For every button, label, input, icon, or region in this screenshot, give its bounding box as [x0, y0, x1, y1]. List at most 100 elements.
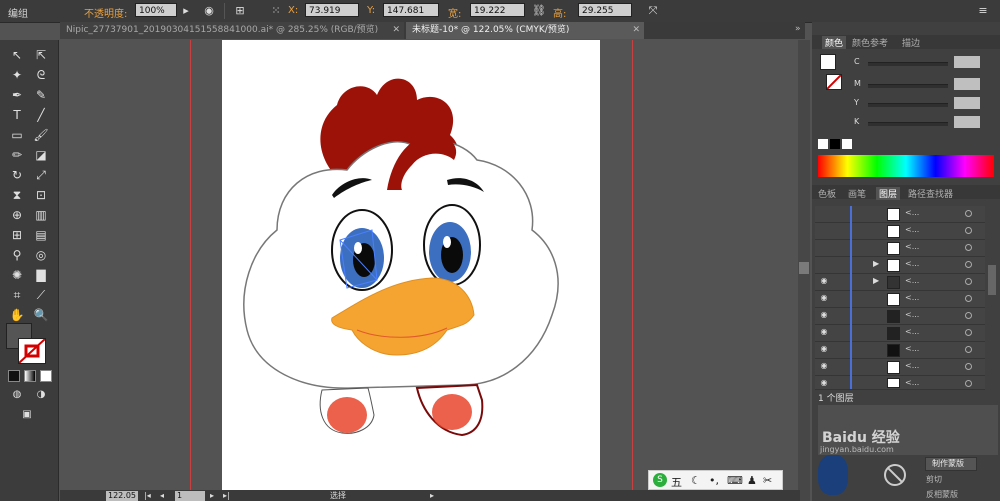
punctuation-icon[interactable]: •, [709, 474, 719, 487]
value-k[interactable] [954, 116, 980, 128]
scale-tool-icon[interactable]: ⤢ [31, 166, 51, 184]
direct-selection-tool-icon[interactable]: ⇱ [31, 46, 51, 64]
eyedropper-tool-icon[interactable]: ⚲ [7, 246, 27, 264]
layer-row[interactable]: ◉ <... [815, 325, 985, 342]
target-icon[interactable] [965, 329, 972, 336]
close-icon[interactable]: ✕ [632, 22, 640, 39]
visibility-eye-icon[interactable]: ◉ [819, 327, 829, 337]
ime-logo[interactable]: S [653, 473, 667, 487]
draw-mode-icon[interactable]: ◍ [7, 386, 27, 404]
screen-mode-icon[interactable]: ▣ [17, 406, 37, 424]
visibility-eye-icon[interactable]: ◉ [819, 344, 829, 354]
value-c[interactable] [954, 56, 980, 68]
stroke-color-swatch[interactable] [18, 338, 46, 364]
make-mask-button[interactable]: 制作蒙版 [925, 457, 977, 471]
color-spectrum[interactable] [818, 155, 994, 177]
layer-row[interactable]: <... [815, 240, 985, 257]
target-icon[interactable] [965, 380, 972, 387]
rectangle-tool-icon[interactable]: ▭ [7, 126, 27, 144]
tab-pathfinder[interactable]: 路径查找器 [908, 187, 953, 200]
width-field[interactable]: 19.222 [470, 3, 525, 17]
tab-document-1[interactable]: Nipic_27737901_20190304151558841000.ai* … [60, 22, 404, 39]
tab-stroke[interactable]: 描边 [902, 36, 920, 49]
align-icon[interactable]: ⊞ [232, 3, 248, 19]
zoom-tool-icon[interactable]: 🔍 [31, 306, 51, 324]
y-field[interactable]: 147.681 [383, 3, 439, 17]
first-page-icon[interactable]: |◂ [144, 490, 151, 501]
fill-swatch[interactable] [820, 54, 836, 70]
rotate-tool-icon[interactable]: ↻ [7, 166, 27, 184]
layer-row[interactable]: ◉ <... [815, 342, 985, 359]
visibility-eye-icon[interactable]: ◉ [819, 310, 829, 320]
layer-row[interactable]: ▶ <... [815, 257, 985, 274]
link-proportions-icon[interactable]: ⛓ [531, 3, 547, 19]
gradient-mode-icon[interactable] [24, 370, 36, 382]
height-field[interactable]: 29.255 [578, 3, 632, 17]
no-mask-icon[interactable] [880, 460, 910, 490]
page-field[interactable]: 1 [175, 491, 205, 501]
layers-scrollbar-thumb[interactable] [988, 265, 996, 295]
symbol-sprayer-tool-icon[interactable]: ✺ [7, 266, 27, 284]
none-mode-icon[interactable] [40, 370, 52, 382]
lasso-tool-icon[interactable]: ᘓ [31, 66, 51, 84]
transform-icon[interactable]: ⤧ [645, 3, 661, 19]
clip-option[interactable]: 剪切 [926, 474, 942, 485]
width-tool-icon[interactable]: ⧗ [7, 186, 27, 204]
selection-tool-icon[interactable]: ↖ [7, 46, 27, 64]
moon-icon[interactable]: ☾ [691, 474, 701, 487]
previous-page-icon[interactable]: ◂ [160, 490, 164, 501]
value-m[interactable] [954, 78, 980, 90]
x-field[interactable]: 73.919 [305, 3, 359, 17]
next-page-icon[interactable]: ▸ [210, 490, 214, 501]
none-swatch[interactable] [818, 139, 828, 149]
zoom-field[interactable]: 122.05 [106, 491, 138, 501]
last-page-icon[interactable]: ▸| [223, 490, 230, 501]
blend-tool-icon[interactable]: ◎ [31, 246, 51, 264]
visibility-eye-icon[interactable]: ◉ [819, 378, 829, 388]
target-icon[interactable] [965, 346, 972, 353]
slider-y[interactable] [868, 103, 948, 107]
color-mode-icon[interactable] [8, 370, 20, 382]
target-icon[interactable] [965, 261, 972, 268]
layer-row[interactable]: ◉ <... [815, 308, 985, 325]
slider-k[interactable] [868, 122, 948, 126]
gradient-tool-icon[interactable]: ▤ [31, 226, 51, 244]
expand-icon[interactable]: ▶ [873, 276, 879, 285]
ime-toolbar[interactable]: S 五 ☾ •, ⌨ ♟ ✂ [648, 470, 783, 490]
eraser-tool-icon[interactable]: ◪ [31, 146, 51, 164]
visibility-eye-icon[interactable]: ◉ [819, 361, 829, 371]
expand-icon[interactable]: ▶ [873, 259, 879, 268]
tab-document-2[interactable]: 未标题-10* @ 122.05% (CMYK/预览) ✕ [406, 22, 644, 39]
white-swatch[interactable] [842, 139, 852, 149]
target-icon[interactable] [965, 312, 972, 319]
reference-point-icon[interactable]: ⁙ [268, 3, 284, 19]
type-tool-icon[interactable]: T [7, 106, 27, 124]
paintbrush-tool-icon[interactable]: 🖌 [31, 126, 51, 144]
slider-m[interactable] [868, 84, 948, 88]
panel-menu-icon[interactable]: ≡ [975, 3, 991, 19]
target-icon[interactable] [965, 244, 972, 251]
chicken-illustration[interactable] [222, 40, 600, 501]
target-icon[interactable] [965, 363, 972, 370]
draw-inside-icon[interactable]: ◑ [31, 386, 51, 404]
black-swatch[interactable] [830, 139, 840, 149]
target-icon[interactable] [965, 295, 972, 302]
pencil-tool-icon[interactable]: ✏ [7, 146, 27, 164]
stroke-swatch[interactable] [826, 74, 842, 90]
tab-swatches[interactable]: 色板 [818, 187, 836, 200]
free-transform-tool-icon[interactable]: ⊡ [31, 186, 51, 204]
slider-c[interactable] [868, 62, 948, 66]
status-menu-icon[interactable]: ▸ [430, 490, 434, 501]
column-graph-tool-icon[interactable]: ▇ [31, 266, 51, 284]
pen-tool-icon[interactable]: ✒ [7, 86, 27, 104]
chart-tool-icon[interactable]: ▥ [31, 206, 51, 224]
opacity-label[interactable]: 不透明度: [84, 5, 127, 20]
visibility-eye-icon[interactable]: ◉ [819, 293, 829, 303]
opacity-field[interactable]: 100% [135, 3, 177, 17]
tabs-overflow-icon[interactable]: » [795, 24, 801, 34]
ime-mode[interactable]: 五 [671, 474, 682, 490]
target-icon[interactable] [965, 278, 972, 285]
target-icon[interactable] [965, 210, 972, 217]
shape-builder-tool-icon[interactable]: ⊕ [7, 206, 27, 224]
scrollbar-thumb[interactable] [799, 262, 809, 274]
